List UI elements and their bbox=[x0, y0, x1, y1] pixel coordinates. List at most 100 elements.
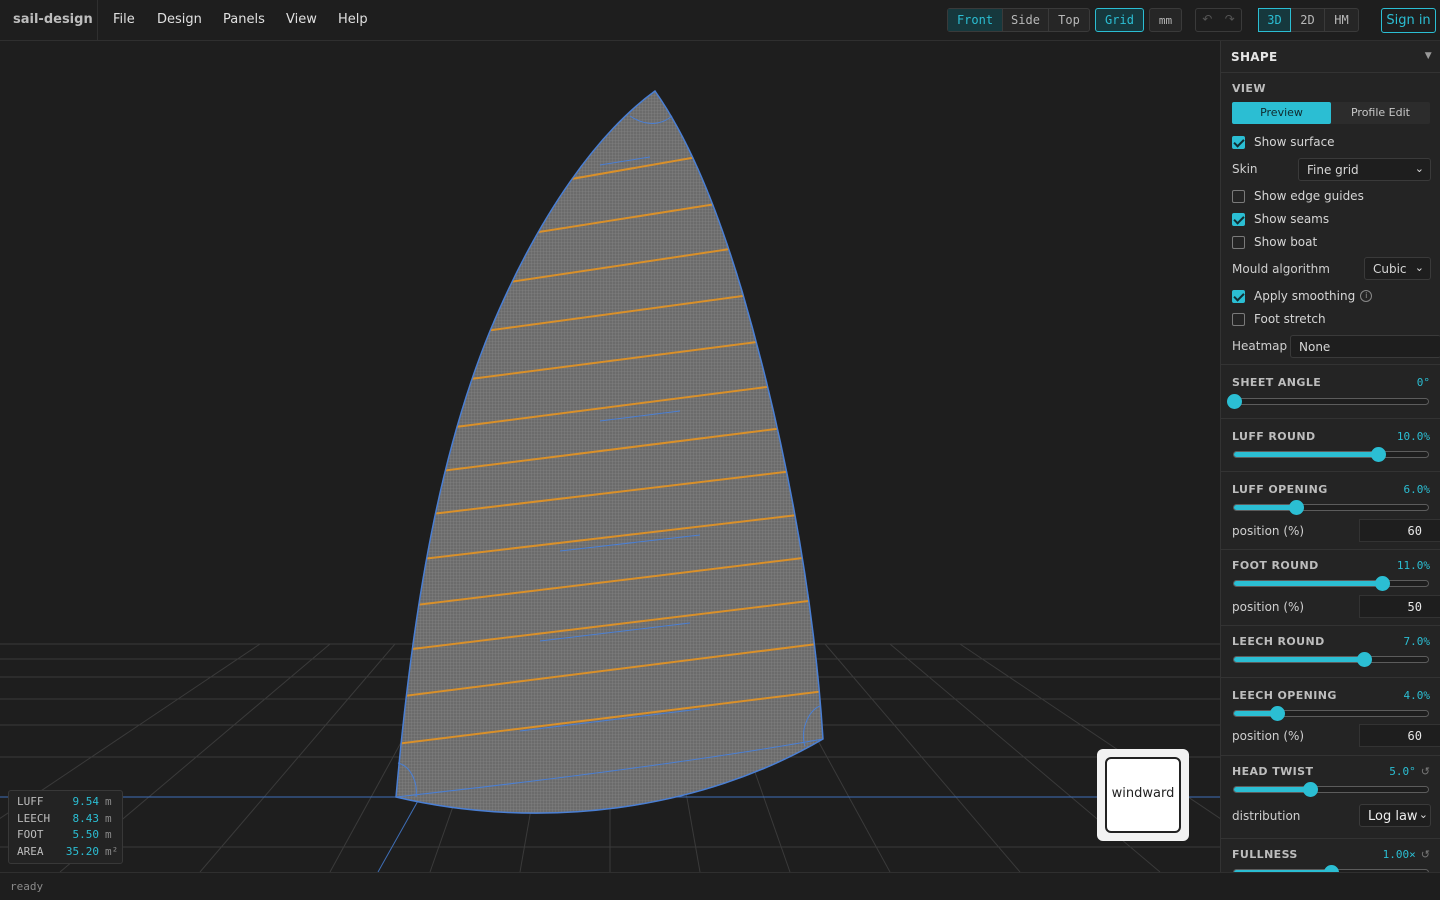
leech-opening-slider[interactable] bbox=[1233, 706, 1429, 721]
luff-opening-slider[interactable] bbox=[1233, 500, 1429, 515]
redo-icon[interactable]: ↷ bbox=[1219, 9, 1242, 31]
slider-handle[interactable] bbox=[1356, 652, 1372, 667]
show-boat-checkbox[interactable]: Show boat bbox=[1232, 235, 1317, 249]
measure-row-luff: LUFF 9.54 m bbox=[17, 795, 122, 812]
view-front-button[interactable]: Front bbox=[948, 9, 1003, 31]
slider-handle[interactable] bbox=[1375, 576, 1391, 591]
history-group: ↶ ↷ bbox=[1195, 8, 1242, 32]
checkbox-box[interactable] bbox=[1232, 189, 1245, 203]
checkbox-box[interactable] bbox=[1232, 212, 1245, 226]
head-twist-value-group: 5.0° ↺ bbox=[1389, 765, 1430, 778]
distribution-select[interactable]: Log law ⌄ bbox=[1359, 804, 1431, 827]
measure-key: AREA bbox=[17, 844, 44, 858]
leech-round-slider[interactable] bbox=[1233, 652, 1429, 667]
units-button[interactable]: mm bbox=[1149, 8, 1182, 32]
top-bar: sail-design File Design Panels View Help… bbox=[0, 0, 1440, 41]
slider-handle[interactable] bbox=[1302, 782, 1318, 797]
menu-help[interactable]: Help bbox=[338, 12, 368, 27]
luff-round-slider[interactable] bbox=[1233, 447, 1429, 462]
foot-round-position-input[interactable]: 50 bbox=[1359, 595, 1440, 618]
foot-stretch-checkbox[interactable]: Foot stretch bbox=[1232, 312, 1326, 326]
measure-value: 9.54 bbox=[72, 795, 100, 808]
slider-handle[interactable] bbox=[1324, 865, 1339, 872]
luff-round-title: LUFF ROUND bbox=[1232, 430, 1316, 443]
mode-2d-button[interactable]: 2D bbox=[1291, 9, 1325, 31]
foot-round-position-label: position (%) bbox=[1232, 600, 1305, 614]
chevron-down-icon: ⌄ bbox=[1414, 162, 1424, 175]
heatmap-select[interactable]: None bbox=[1290, 335, 1440, 358]
checkbox-box[interactable] bbox=[1232, 135, 1245, 149]
measure-key: FOOT bbox=[17, 828, 44, 841]
luff-opening-position-input[interactable]: 60 bbox=[1359, 519, 1440, 542]
divider bbox=[1221, 549, 1440, 550]
luff-opening-title: LUFF OPENING bbox=[1232, 483, 1328, 496]
sheet-angle-title: SHEET ANGLE bbox=[1232, 376, 1322, 389]
measure-unit: m bbox=[105, 828, 112, 841]
undo-icon[interactable]: ↶ bbox=[1196, 9, 1219, 31]
panel-header[interactable]: SHAPE ▼ bbox=[1221, 41, 1440, 73]
slider-handle[interactable] bbox=[1289, 500, 1305, 515]
measure-unit: m² bbox=[105, 844, 119, 858]
measure-row-area: AREA 35.20 m² bbox=[17, 845, 122, 862]
fullness-value-group: 1.00× ↺ bbox=[1383, 848, 1430, 861]
mode-3d-button[interactable]: 3D bbox=[1258, 8, 1291, 32]
checkbox-label: Apply smoothing bbox=[1254, 289, 1356, 303]
divider bbox=[1221, 755, 1440, 756]
orientation-cube[interactable]: windward bbox=[1097, 749, 1189, 841]
foot-round-value: 11.0% bbox=[1396, 559, 1430, 572]
checkbox-box[interactable] bbox=[1232, 312, 1245, 326]
leech-opening-position-label: position (%) bbox=[1232, 729, 1305, 743]
menu-view[interactable]: View bbox=[286, 12, 317, 27]
leech-round-title: LEECH ROUND bbox=[1232, 635, 1325, 648]
checkbox-box[interactable] bbox=[1232, 289, 1245, 303]
head-twist-value: 5.0° bbox=[1389, 765, 1416, 778]
mode-selector: 3D 2D HM bbox=[1258, 8, 1359, 32]
show-seams-checkbox[interactable]: Show seams bbox=[1232, 212, 1329, 226]
heatmap-value: None bbox=[1299, 340, 1331, 354]
panel-title: SHAPE bbox=[1231, 50, 1278, 64]
apply-smoothing-checkbox[interactable]: Apply smoothing i bbox=[1232, 289, 1373, 303]
sign-in-button[interactable]: Sign in bbox=[1381, 8, 1436, 33]
chevron-down-icon: ⌄ bbox=[1418, 808, 1428, 821]
divider bbox=[1221, 364, 1440, 365]
foot-round-slider[interactable] bbox=[1233, 576, 1429, 591]
measure-value: 8.43 bbox=[72, 811, 100, 825]
leech-round-value: 7.0% bbox=[1403, 635, 1431, 648]
divider bbox=[1221, 471, 1440, 472]
collapse-caret-icon[interactable]: ▼ bbox=[1425, 51, 1432, 61]
menu-design[interactable]: Design bbox=[157, 12, 202, 27]
head-twist-title: HEAD TWIST bbox=[1232, 765, 1314, 778]
checkbox-label: Show boat bbox=[1254, 235, 1318, 249]
tab-preview[interactable]: Preview bbox=[1232, 102, 1331, 124]
measure-value: 35.20 bbox=[65, 844, 99, 858]
info-icon[interactable]: i bbox=[1360, 290, 1373, 302]
slider-fill bbox=[1234, 787, 1310, 792]
slider-handle[interactable] bbox=[1227, 394, 1242, 409]
mode-hm-button[interactable]: HM bbox=[1325, 9, 1358, 31]
measurements-box: LUFF 9.54 m LEECH 8.43 m FOOT 5.50 m ARE… bbox=[8, 790, 123, 864]
slider-handle[interactable] bbox=[1370, 447, 1386, 462]
leech-opening-position-input[interactable]: 60 bbox=[1359, 724, 1440, 747]
3d-viewport[interactable]: LUFF 9.54 m LEECH 8.43 m FOOT 5.50 m ARE… bbox=[0, 41, 1220, 872]
mould-label: Mould algorithm bbox=[1232, 262, 1330, 276]
checkbox-box[interactable] bbox=[1232, 235, 1245, 249]
head-twist-slider[interactable] bbox=[1233, 782, 1429, 797]
show-edge-guides-checkbox[interactable]: Show edge guides bbox=[1232, 189, 1364, 203]
status-bar: ready bbox=[0, 872, 1440, 900]
tab-profile-edit[interactable]: Profile Edit bbox=[1331, 102, 1430, 124]
app-title: sail-design bbox=[0, 0, 98, 40]
menu-file[interactable]: File bbox=[113, 12, 135, 27]
menu-panels[interactable]: Panels bbox=[223, 12, 265, 27]
mould-select[interactable]: Cubic ⌄ bbox=[1364, 257, 1431, 280]
show-surface-checkbox[interactable]: Show surface bbox=[1232, 135, 1335, 149]
reset-icon[interactable]: ↺ bbox=[1421, 765, 1430, 778]
foot-round-title: FOOT ROUND bbox=[1232, 559, 1319, 572]
slider-handle[interactable] bbox=[1269, 706, 1285, 721]
skin-select[interactable]: Fine grid ⌄ bbox=[1298, 158, 1431, 181]
view-top-button[interactable]: Top bbox=[1049, 9, 1089, 31]
measure-value: 5.50 bbox=[72, 828, 100, 841]
reset-icon[interactable]: ↺ bbox=[1421, 848, 1430, 861]
sheet-angle-slider[interactable] bbox=[1227, 394, 1429, 409]
view-side-button[interactable]: Side bbox=[1003, 9, 1049, 31]
grid-toggle-button[interactable]: Grid bbox=[1095, 8, 1144, 32]
